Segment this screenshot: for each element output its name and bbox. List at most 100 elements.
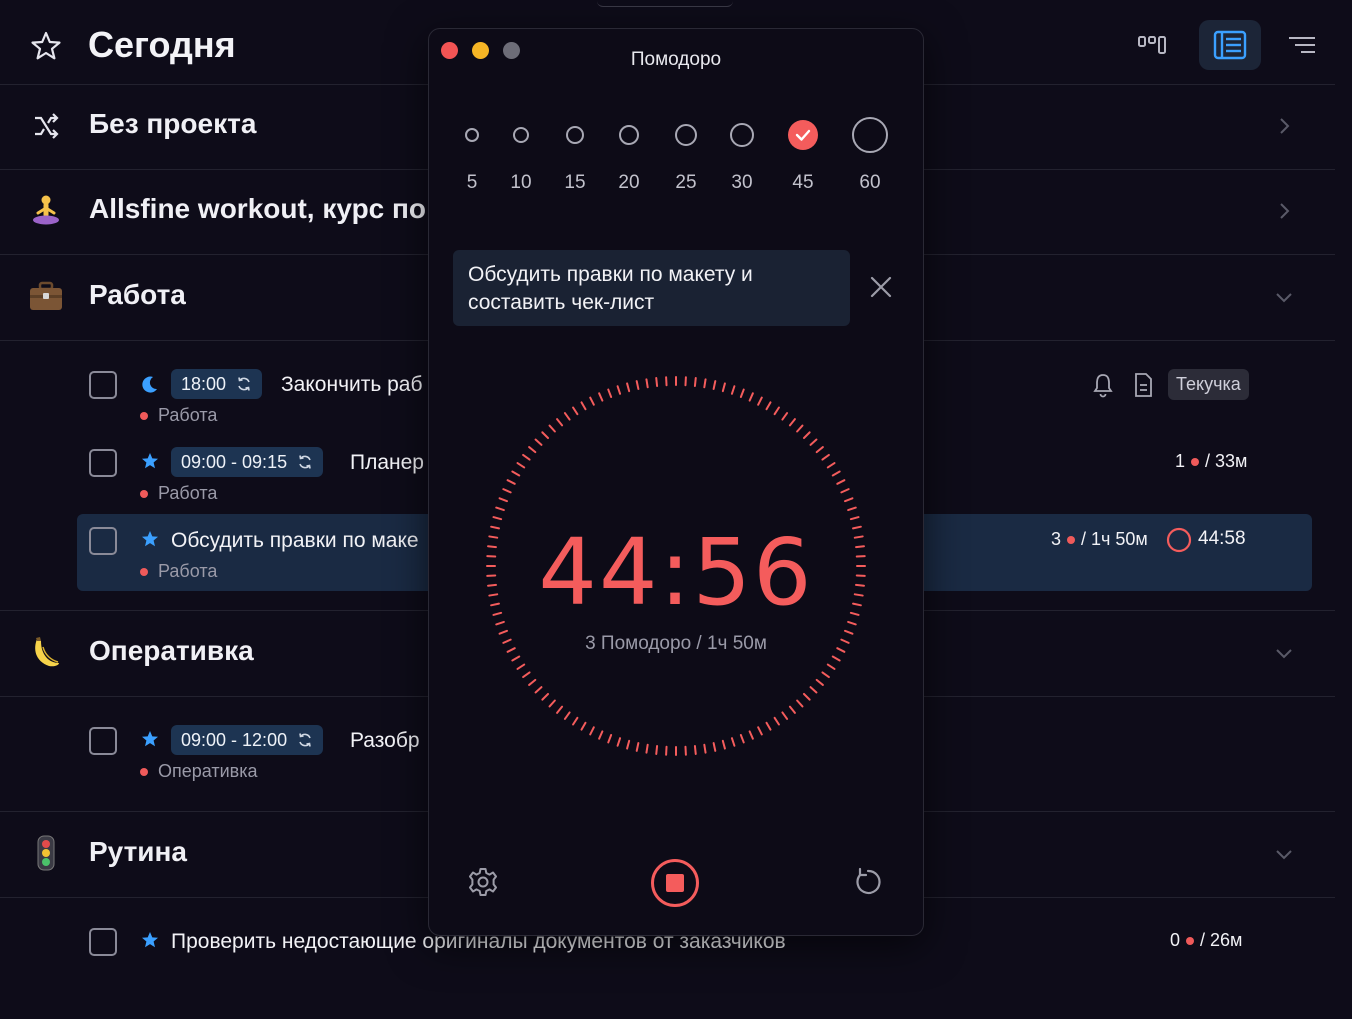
duration-label: 5	[466, 172, 478, 193]
chevron-right-icon[interactable]	[1274, 201, 1294, 221]
dial-tick	[572, 406, 579, 416]
dial-tick	[572, 716, 579, 726]
dial-tick	[809, 438, 818, 446]
time-badge[interactable]: 09:00 - 12:00	[171, 725, 324, 755]
settings-gear-icon[interactable]	[467, 866, 499, 898]
duration-selector: 5 10 15 20 25 30 45 60	[429, 117, 923, 197]
project-no-project[interactable]: Без проекта	[89, 108, 256, 140]
dial-tick	[589, 396, 595, 406]
dial-tick	[616, 737, 622, 747]
chevron-right-icon[interactable]	[1274, 116, 1294, 136]
dial-tick	[730, 385, 736, 395]
dial-tick	[836, 479, 846, 485]
dial-tick	[616, 385, 622, 395]
chevron-down-icon[interactable]	[1274, 844, 1294, 864]
dial-tick	[765, 401, 772, 411]
task-title[interactable]: Закончить раб	[281, 373, 423, 397]
project-routine[interactable]: Рутина	[89, 836, 187, 868]
task-checkbox[interactable]	[89, 727, 117, 755]
window-notch	[597, 0, 733, 7]
pomodoro-count: 0	[1170, 930, 1181, 950]
repeat-icon	[299, 455, 311, 469]
dial-tick	[765, 721, 772, 731]
task-checkbox[interactable]	[89, 928, 117, 956]
star-filled-icon	[142, 731, 158, 747]
dial-tick	[748, 392, 754, 402]
pomodoro-stat: 3 / 1ч 50м	[1051, 529, 1148, 550]
timer-ring-icon[interactable]	[1166, 527, 1192, 553]
time-badge[interactable]: 09:00 - 09:15	[171, 447, 324, 477]
dial-tick	[522, 671, 531, 679]
project-operativka[interactable]: Оперативка	[89, 635, 254, 667]
task-checkbox[interactable]	[89, 449, 117, 477]
dial-tick	[693, 377, 697, 387]
dial-tick	[847, 506, 857, 512]
project-dot	[140, 411, 148, 420]
project-allsfine[interactable]: Allsfine workout, курс по	[89, 193, 426, 225]
dial-tick	[548, 424, 556, 433]
dial-tick	[563, 711, 571, 720]
stop-button[interactable]	[650, 858, 700, 908]
reset-icon[interactable]	[852, 866, 884, 898]
task-title[interactable]: Планер	[350, 451, 424, 475]
dial-tick	[589, 726, 595, 736]
duration-option-30[interactable]	[730, 123, 754, 147]
duration-option-10[interactable]	[513, 127, 529, 143]
task-project: Работа	[140, 561, 217, 582]
dial-tick	[528, 678, 537, 686]
task-project-label: Оперативка	[158, 761, 258, 781]
board-view-button[interactable]	[1127, 20, 1179, 70]
duration-option-5[interactable]	[465, 128, 479, 142]
star-icon[interactable]	[30, 30, 62, 62]
filter-button[interactable]	[1280, 20, 1324, 70]
list-view-button[interactable]	[1199, 20, 1261, 70]
duration-option-60[interactable]	[852, 117, 888, 153]
task-tag[interactable]: Текучка	[1168, 369, 1249, 400]
task-project-label: Работа	[158, 483, 218, 503]
chevron-down-icon[interactable]	[1274, 643, 1294, 663]
close-icon[interactable]	[869, 275, 893, 299]
banana-emoji-icon	[28, 634, 64, 670]
task-checkbox[interactable]	[89, 371, 117, 399]
dial-tick	[534, 438, 543, 446]
task-checkbox[interactable]	[89, 527, 117, 555]
dial-tick	[788, 705, 796, 714]
project-dot	[140, 567, 148, 576]
duration-option-20[interactable]	[619, 125, 639, 145]
task-project: Работа	[140, 405, 217, 426]
duration-label: 60	[859, 172, 881, 193]
time-badge[interactable]: 18:00	[171, 369, 263, 399]
dial-tick	[802, 692, 811, 701]
dial-tick	[534, 686, 543, 694]
bell-icon[interactable]	[1092, 372, 1114, 398]
running-timer: 44:58	[1198, 528, 1246, 549]
project-dot	[140, 489, 148, 498]
dial-tick	[712, 742, 717, 752]
dial-tick	[757, 726, 763, 736]
time-label: 18:00	[181, 373, 227, 394]
pomodoro-summary: 3 Помодоро / 1ч 50м	[585, 633, 767, 654]
repeat-icon	[299, 733, 311, 747]
dial-tick	[831, 655, 841, 662]
duration-option-25[interactable]	[675, 124, 697, 146]
project-work[interactable]: Работа	[89, 279, 186, 311]
duration-option-45[interactable]	[788, 120, 818, 150]
dial-tick	[821, 453, 830, 461]
duration-label: 45	[792, 172, 814, 193]
pomodoro-stat: 1 / 33м	[1175, 451, 1247, 472]
page-title: Сегодня	[88, 24, 236, 65]
dial-tick	[831, 470, 841, 477]
dial-tick	[580, 401, 587, 411]
note-icon[interactable]	[1132, 372, 1154, 398]
pomodoro-duration: / 26м	[1200, 930, 1243, 950]
dial-tick	[843, 497, 854, 503]
duration-option-15[interactable]	[566, 126, 584, 144]
dial-tick	[712, 380, 717, 390]
filter-lines-icon	[1289, 37, 1315, 53]
dial-tick	[721, 739, 726, 750]
chevron-down-icon[interactable]	[1274, 287, 1294, 307]
dial-tick	[815, 446, 824, 454]
dial-tick	[773, 716, 780, 726]
task-title[interactable]: Разобр	[350, 729, 420, 753]
task-title[interactable]: Обсудить правки по маке	[171, 529, 419, 553]
